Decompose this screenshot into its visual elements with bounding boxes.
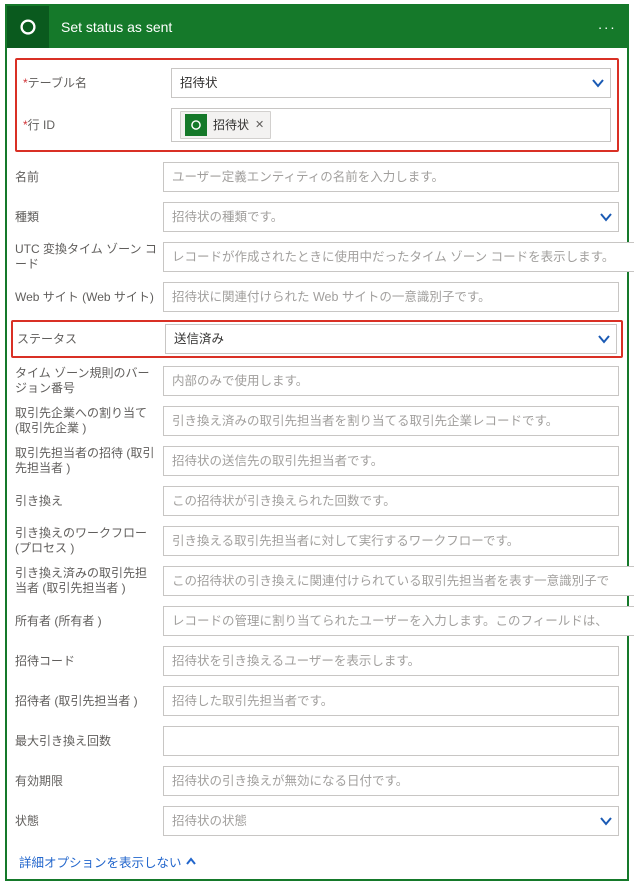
input-max-redeem[interactable] xyxy=(163,726,619,756)
label-code: 招待コード xyxy=(15,654,157,669)
label-state: 状態 xyxy=(15,814,157,829)
row-website: Web サイト (Web サイト) 招待状に関連付けられた Web サイトの一意… xyxy=(15,282,619,312)
card-menu-button[interactable]: ··· xyxy=(597,19,617,35)
label-invite-con: 取引先担当者の招待 (取引先担当者 ) xyxy=(15,446,157,476)
label-owner: 所有者 (所有者 ) xyxy=(15,614,157,629)
highlight-group-key-fields: *テーブル名 招待状 *行 ID 招待状 ✕ xyxy=(15,58,619,152)
row-type: 種類 招待状の種類です。 xyxy=(15,202,619,232)
row-wf: 引き換えのワークフロー (プロセス ) 引き換える取引先担当者に対して実行するワ… xyxy=(15,526,619,556)
row-row-id: *行 ID 招待状 ✕ xyxy=(23,108,611,142)
row-owner: 所有者 (所有者 ) レコードの管理に割り当てられたユーザーを入力します。このフ… xyxy=(15,606,619,636)
token-remove-button[interactable]: ✕ xyxy=(255,115,264,135)
row-redeem: 引き換え この招待状が引き換えられた回数です。 xyxy=(15,486,619,516)
label-type: 種類 xyxy=(15,210,157,225)
input-table-name[interactable]: 招待状 xyxy=(171,68,611,98)
input-assign-acc[interactable]: 引き換え済みの取引先担当者を割り当てる取引先企業レコードです。 xyxy=(163,406,619,436)
label-redeemed-con: 引き換え済みの取引先担当者 (取引先担当者 ) xyxy=(15,566,157,596)
chevron-up-icon xyxy=(186,857,196,867)
input-redeemed-con[interactable]: この招待状の引き換えに関連付けられている取引先担当者を表す一意識別子で xyxy=(163,566,634,596)
input-status[interactable]: 送信済み xyxy=(165,324,617,354)
label-status: ステータス xyxy=(17,332,159,347)
card-header[interactable]: Set status as sent ··· xyxy=(7,6,627,48)
highlight-row-status: ステータス 送信済み xyxy=(11,320,623,358)
input-code[interactable]: 招待状を引き換えるユーザーを表示します。 xyxy=(163,646,619,676)
input-redeem[interactable]: この招待状が引き換えられた回数です。 xyxy=(163,486,619,516)
row-state: 状態 招待状の状態 xyxy=(15,806,619,836)
row-tz-rule: タイム ゾーン規則のバージョン番号 内部のみで使用します。 xyxy=(15,366,619,396)
row-invite-con: 取引先担当者の招待 (取引先担当者 ) 招待状の送信先の取引先担当者です。 xyxy=(15,446,619,476)
show-advanced-link[interactable]: 詳細オプションを表示しない xyxy=(15,846,200,873)
input-inviter[interactable]: 招待した取引先担当者です。 xyxy=(163,686,619,716)
row-code: 招待コード 招待状を引き換えるユーザーを表示します。 xyxy=(15,646,619,676)
input-tz-rule[interactable]: 内部のみで使用します。 xyxy=(163,366,619,396)
row-expiry: 有効期限 招待状の引き換えが無効になる日付です。 xyxy=(15,766,619,796)
label-website: Web サイト (Web サイト) xyxy=(15,290,157,305)
label-wf: 引き換えのワークフロー (プロセス ) xyxy=(15,526,157,556)
row-name: 名前 ユーザー定義エンティティの名前を入力します。 xyxy=(15,162,619,192)
dynamic-content-token[interactable]: 招待状 ✕ xyxy=(180,111,271,139)
show-advanced-label: 詳細オプションを表示しない xyxy=(19,852,182,871)
input-website[interactable]: 招待状に関連付けられた Web サイトの一意識別子です。 xyxy=(163,282,619,312)
label-redeem: 引き換え xyxy=(15,494,157,509)
input-expiry[interactable]: 招待状の引き換えが無効になる日付です。 xyxy=(163,766,619,796)
label-name: 名前 xyxy=(15,170,157,185)
input-wf[interactable]: 引き換える取引先担当者に対して実行するワークフローです。 xyxy=(163,526,619,556)
label-utc: UTC 変換タイム ゾーン コード xyxy=(15,242,157,272)
row-utc: UTC 変換タイム ゾーン コード レコードが作成されたときに使用中だったタイム… xyxy=(15,242,619,272)
input-type[interactable]: 招待状の種類です。 xyxy=(163,202,619,232)
label-tz-rule: タイム ゾーン規則のバージョン番号 xyxy=(15,366,157,396)
dataverse-icon xyxy=(185,114,207,136)
row-table-name: *テーブル名 招待状 xyxy=(23,68,611,98)
label-row-id: *行 ID xyxy=(23,118,165,133)
token-label: 招待状 xyxy=(213,115,249,135)
row-redeemed-con: 引き換え済みの取引先担当者 (取引先担当者 ) この招待状の引き換えに関連付けら… xyxy=(15,566,619,596)
input-name[interactable]: ユーザー定義エンティティの名前を入力します。 xyxy=(163,162,619,192)
label-table-name: *テーブル名 xyxy=(23,76,165,91)
card-body: *テーブル名 招待状 *行 ID 招待状 ✕ xyxy=(7,48,627,879)
row-inviter: 招待者 (取引先担当者 ) 招待した取引先担当者です。 xyxy=(15,686,619,716)
card-title: Set status as sent xyxy=(49,19,597,35)
input-invite-con[interactable]: 招待状の送信先の取引先担当者です。 xyxy=(163,446,619,476)
dataverse-icon xyxy=(7,6,49,48)
label-assign-acc: 取引先企業への割り当て (取引先企業 ) xyxy=(15,406,157,436)
row-max-redeem: 最大引き換え回数 xyxy=(15,726,619,756)
row-assign-acc: 取引先企業への割り当て (取引先企業 ) 引き換え済みの取引先担当者を割り当てる… xyxy=(15,406,619,436)
input-utc[interactable]: レコードが作成されたときに使用中だったタイム ゾーン コードを表示します。 xyxy=(163,242,634,272)
label-max-redeem: 最大引き換え回数 xyxy=(15,734,157,749)
action-card: Set status as sent ··· *テーブル名 招待状 *行 ID xyxy=(5,4,629,881)
input-owner[interactable]: レコードの管理に割り当てられたユーザーを入力します。このフィールドは、 xyxy=(163,606,634,636)
label-expiry: 有効期限 xyxy=(15,774,157,789)
label-inviter: 招待者 (取引先担当者 ) xyxy=(15,694,157,709)
input-state[interactable]: 招待状の状態 xyxy=(163,806,619,836)
input-row-id[interactable]: 招待状 ✕ xyxy=(171,108,611,142)
